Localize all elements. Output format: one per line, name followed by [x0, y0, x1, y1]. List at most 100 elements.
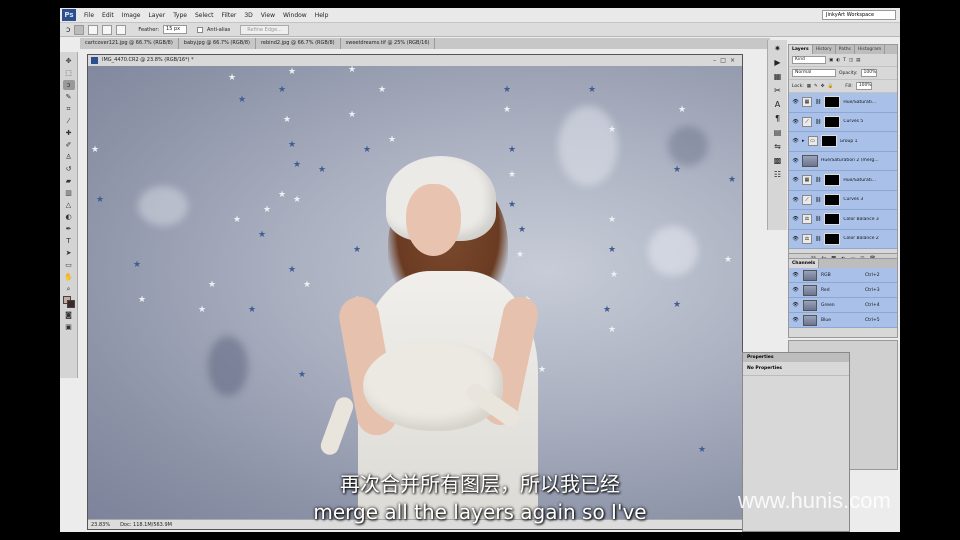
type-tool-icon[interactable]: T — [63, 236, 75, 246]
character-icon[interactable]: A — [772, 100, 784, 110]
menu-view[interactable]: View — [257, 12, 279, 19]
layer-row[interactable]: 👁 ⟋ ⛓ Curves 5 — [789, 112, 897, 132]
channel-row[interactable]: 👁 Red Ctrl+3 — [789, 283, 897, 298]
menu-layer[interactable]: Layer — [144, 12, 169, 19]
dodge-tool-icon[interactable]: ◐ — [63, 212, 75, 222]
doc-tab[interactable]: baby.jpg @ 66.7% (RGB/8) — [179, 38, 256, 49]
blur-tool-icon[interactable]: △ — [63, 200, 75, 210]
opacity-input[interactable]: 100% — [860, 69, 877, 77]
lasso-tool-icon[interactable]: ↄ — [62, 80, 75, 90]
chain-icon[interactable]: ⛓ — [815, 119, 821, 125]
channel-row[interactable]: 👁 RGB Ctrl+2 — [789, 268, 897, 283]
gradient-tool-icon[interactable]: ▥ — [63, 188, 75, 198]
eye-icon[interactable]: 👁 — [792, 119, 799, 125]
eye-icon[interactable]: 👁 — [792, 138, 799, 144]
add-selection-icon[interactable] — [88, 24, 99, 35]
layer-mask[interactable] — [824, 232, 841, 245]
chain-icon[interactable]: ⛓ — [815, 216, 821, 222]
actions-icon[interactable]: ▶ — [772, 58, 784, 68]
pen-tool-icon[interactable]: ✒ — [63, 224, 75, 234]
tool-presets-icon[interactable]: ✂ — [772, 86, 784, 96]
layer-mask[interactable] — [824, 174, 841, 187]
image-window-buttons[interactable]: –□× — [713, 55, 739, 66]
adjustments-icon[interactable]: ⇋ — [772, 142, 784, 152]
new-selection-icon[interactable] — [74, 24, 85, 35]
fill-input[interactable]: 100% — [855, 82, 872, 90]
layer-mask[interactable] — [824, 115, 841, 128]
paragraph-icon[interactable]: ¶ — [772, 114, 784, 124]
screen-mode-icon[interactable]: ▣ — [63, 322, 75, 332]
chain-icon[interactable]: ⛓ — [815, 197, 821, 203]
menu-help[interactable]: Help — [311, 12, 333, 19]
layer-row[interactable]: 👁 ▦ ⛓ Hue/Saturati... — [789, 171, 897, 191]
shape-tool-icon[interactable]: ▭ — [63, 260, 75, 270]
zoom-tool-icon[interactable]: ⌕ — [63, 284, 75, 294]
group-toggle-icon[interactable]: ▸ — [802, 138, 805, 144]
workspace-select[interactable]: JinkyArt Workspace — [822, 10, 896, 20]
styles-icon[interactable]: ▤ — [772, 128, 784, 138]
quick-select-tool-icon[interactable]: ✎ — [63, 92, 75, 102]
feather-input[interactable]: 15 px — [163, 25, 188, 34]
layer-row[interactable]: 👁 ⚖ ⛓ Color Balance 3 — [789, 210, 897, 230]
intersect-selection-icon[interactable] — [116, 24, 127, 35]
menu-filter[interactable]: Filter — [218, 12, 241, 19]
eye-icon[interactable]: 👁 — [792, 216, 799, 222]
tab-layers[interactable]: Layers — [789, 45, 813, 54]
menu-select[interactable]: Select — [191, 12, 218, 19]
kind-filter[interactable]: Kind — [792, 56, 826, 64]
brush-presets-icon[interactable]: ☷ — [772, 170, 784, 180]
chain-icon[interactable]: ⛓ — [815, 99, 821, 105]
layer-mask[interactable] — [824, 96, 841, 109]
chain-icon[interactable]: ⛓ — [815, 236, 821, 242]
eye-icon[interactable]: 👁 — [792, 236, 799, 242]
eye-icon[interactable]: 👁 — [792, 317, 799, 323]
color-swatches[interactable] — [62, 296, 75, 308]
photo-canvas[interactable]: ★ ★ ★ ★ ★ ★ ★ ★ ★ ★ ★ ★ ★ ★ ★ ★ ★ ★ ★ ★ … — [88, 66, 742, 521]
layer-row[interactable]: 👁 ▦ ⛓ Hue/Saturati... — [789, 93, 897, 113]
path-select-tool-icon[interactable]: ➤ — [63, 248, 75, 258]
eyedropper-tool-icon[interactable]: ⁄ — [63, 116, 75, 126]
doc-tab[interactable]: rebind2.jpg @ 66.7% (RGB/8) — [256, 38, 341, 49]
image-window-title[interactable]: IMG_4470.CR2 @ 23.8% (RGB/16*) * –□× — [88, 55, 742, 66]
filter-icons[interactable]: ▣◐T◫▤ — [829, 58, 863, 63]
layer-row[interactable]: 👁 Hue/Saturation 2 (merg... — [789, 151, 897, 171]
eye-icon[interactable]: 👁 — [792, 272, 799, 278]
crop-tool-icon[interactable]: ⌗ — [63, 104, 75, 114]
eye-icon[interactable]: 👁 — [792, 177, 799, 183]
tab-channels[interactable]: Channels — [789, 259, 820, 268]
channel-row[interactable]: 👁 Green Ctrl+4 — [789, 298, 897, 313]
tab-histogram[interactable]: Histogram — [855, 45, 886, 54]
eye-icon[interactable]: 👁 — [792, 287, 799, 293]
menu-window[interactable]: Window — [279, 12, 311, 19]
menu-3d[interactable]: 3D — [240, 12, 256, 19]
tab-paths[interactable]: Paths — [836, 45, 855, 54]
navigator-icon[interactable]: ✷ — [772, 44, 784, 54]
lock-icons[interactable]: ▦✎✥🔒 — [807, 84, 836, 89]
image-window[interactable]: IMG_4470.CR2 @ 23.8% (RGB/16*) * –□× ★ ★… — [87, 54, 743, 530]
layer-row[interactable]: 👁 ▸ ▭ Group 1 — [789, 132, 897, 152]
menu-file[interactable]: File — [80, 12, 98, 19]
layer-mask[interactable] — [820, 135, 837, 148]
healing-brush-tool-icon[interactable]: ✚ — [63, 128, 75, 138]
layer-mask[interactable] — [824, 213, 841, 226]
eye-icon[interactable]: 👁 — [792, 99, 799, 105]
doc-tab[interactable]: cartcover121.jpg @ 66.7% (RGB/8) — [80, 38, 179, 49]
info-icon[interactable]: ▦ — [772, 72, 784, 82]
clone-stamp-tool-icon[interactable]: ♙ — [63, 152, 75, 162]
brush-tool-icon[interactable]: ✐ — [63, 140, 75, 150]
tab-history[interactable]: History — [813, 45, 836, 54]
layer-row[interactable]: 👁 ⟋ ⛓ Curves 3 — [789, 190, 897, 210]
layer-mask[interactable] — [824, 193, 841, 206]
antialias-checkbox[interactable] — [197, 26, 204, 33]
chain-icon[interactable]: ⛓ — [815, 177, 821, 183]
menu-edit[interactable]: Edit — [98, 12, 118, 19]
doc-tab[interactable]: sweetdreams.tif @ 25% (RGB/16) — [341, 38, 436, 49]
eraser-tool-icon[interactable]: ▰ — [63, 176, 75, 186]
menu-type[interactable]: Type — [169, 12, 191, 19]
menu-image[interactable]: Image — [118, 12, 145, 19]
eye-icon[interactable]: 👁 — [792, 302, 799, 308]
refine-edge-button[interactable]: Refine Edge... — [240, 24, 289, 35]
hand-tool-icon[interactable]: ✋ — [63, 272, 75, 282]
history-brush-tool-icon[interactable]: ↺ — [63, 164, 75, 174]
properties-title[interactable]: Properties — [743, 353, 849, 362]
